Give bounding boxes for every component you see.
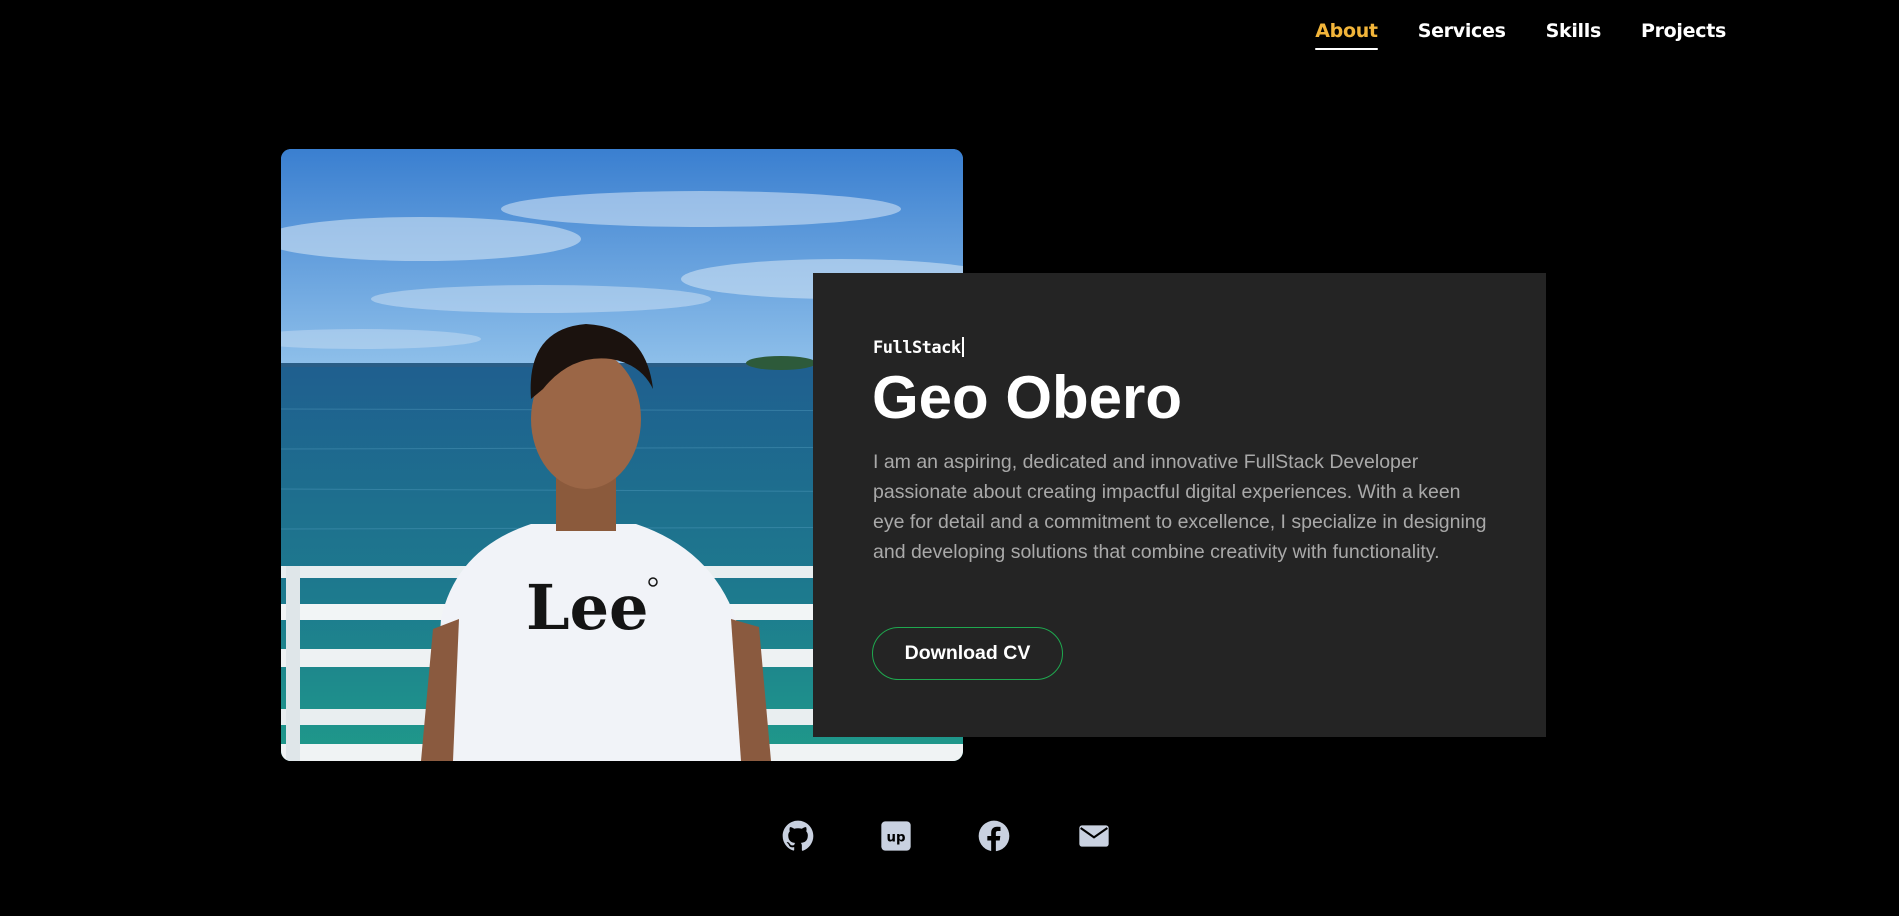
nav-about[interactable]: About <box>1315 20 1379 50</box>
nav-skills[interactable]: Skills <box>1546 20 1602 50</box>
download-cv-button[interactable]: Download CV <box>872 627 1063 680</box>
profile-description: I am an aspiring, dedicated and innovati… <box>873 451 1487 563</box>
github-icon[interactable] <box>782 820 814 852</box>
upwork-icon[interactable]: up <box>880 820 912 852</box>
top-nav: About Services Skills Projects <box>0 0 1899 70</box>
nav-links: About Services Skills Projects <box>1315 20 1726 50</box>
shirt-logo: Lee <box>526 571 649 644</box>
intro-card: FullStack Geo Obero I am an aspiring, de… <box>813 273 1546 737</box>
role-label: FullStack <box>873 338 961 358</box>
svg-text:up: up <box>886 830 905 845</box>
typing-caret <box>961 337 964 357</box>
role-typing-text: FullStack <box>873 337 964 358</box>
profile-name: Geo Obero <box>872 364 1183 431</box>
email-icon[interactable] <box>1078 820 1110 852</box>
facebook-icon[interactable] <box>978 820 1010 852</box>
nav-services[interactable]: Services <box>1418 20 1506 50</box>
nav-projects[interactable]: Projects <box>1641 20 1726 50</box>
